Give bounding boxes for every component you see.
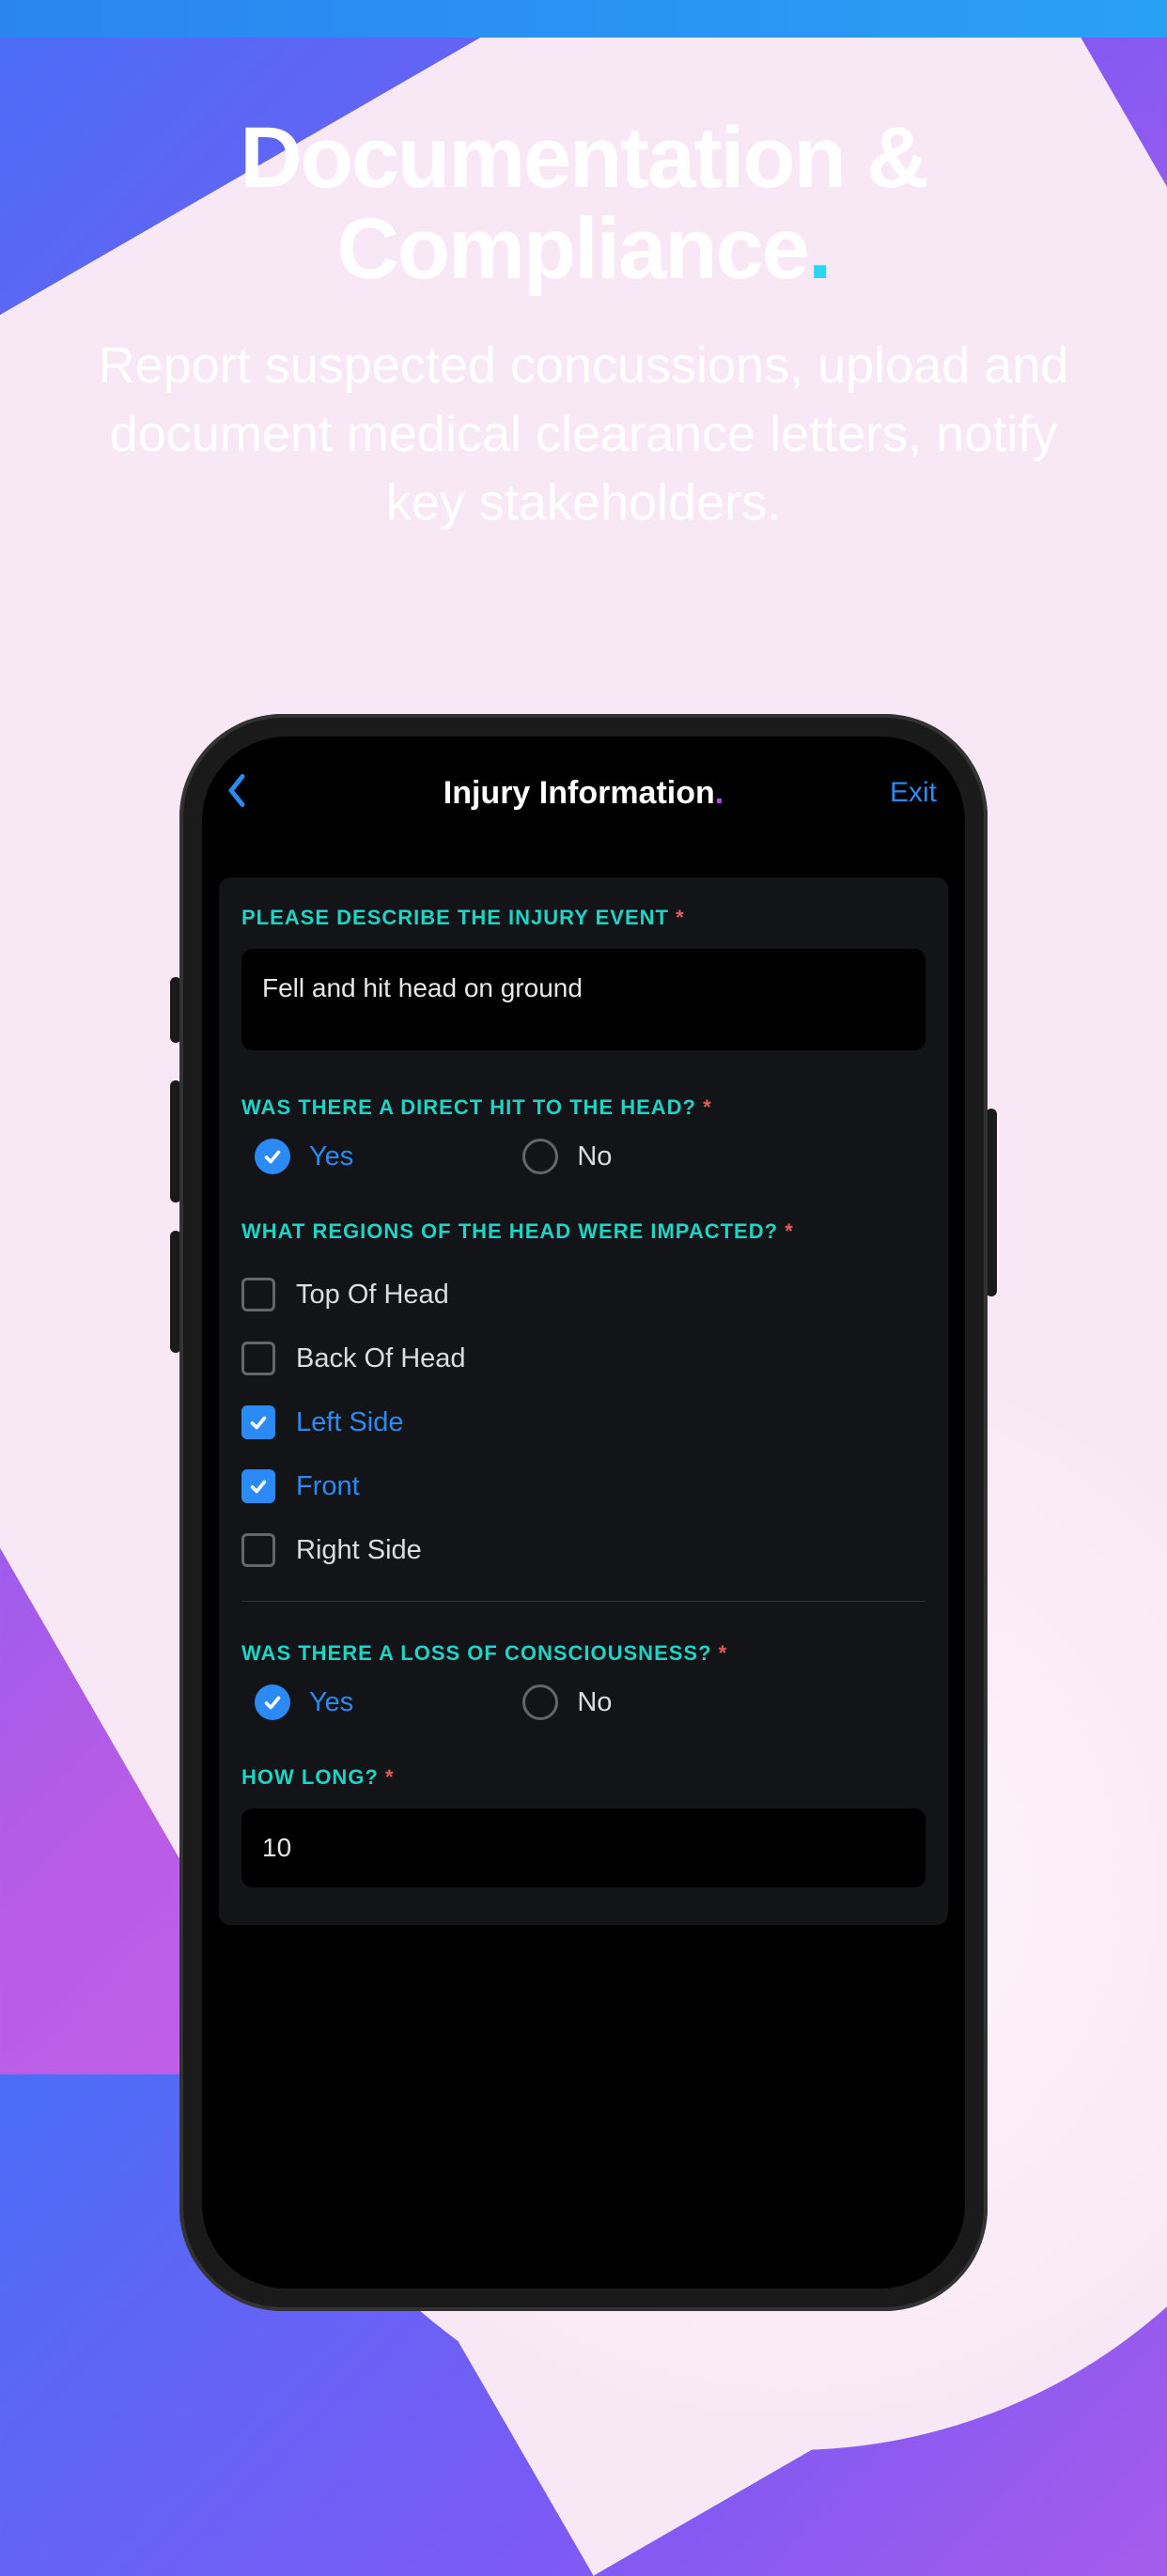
back-button[interactable] xyxy=(226,773,246,814)
hero-subtitle: Report suspected concussions, upload and… xyxy=(0,332,1167,537)
radio-label-no: No xyxy=(577,1687,612,1718)
title-dot: . xyxy=(715,775,724,811)
required-mark: * xyxy=(385,1765,395,1789)
radio-label-yes: Yes xyxy=(309,1141,353,1172)
hero-title-line1: Documentation & xyxy=(240,110,927,206)
checkbox-checked-icon xyxy=(241,1469,275,1503)
phone-screen: Injury Information. Exit PLEASE DESCRIBE… xyxy=(202,737,965,2289)
question-label-how-long: HOW LONG? * xyxy=(241,1765,926,1790)
question-label-describe: PLEASE DESCRIBE THE INJURY EVENT * xyxy=(241,906,926,930)
radio-yes[interactable]: Yes xyxy=(255,1684,353,1720)
radio-unchecked-icon xyxy=(522,1684,558,1720)
question-label-direct-hit: WAS THERE A DIRECT HIT TO THE HEAD? * xyxy=(241,1095,926,1120)
question-label-consciousness: WAS THERE A LOSS OF CONSCIOUSNESS? * xyxy=(241,1641,926,1666)
consciousness-radio-group: Yes No xyxy=(241,1684,926,1720)
radio-no[interactable]: No xyxy=(522,1684,612,1720)
exit-button[interactable]: Exit xyxy=(890,777,937,809)
radio-checked-icon xyxy=(255,1139,290,1174)
phone-frame: Injury Information. Exit PLEASE DESCRIBE… xyxy=(179,714,988,2311)
form-card: PLEASE DESCRIBE THE INJURY EVENT * Fell … xyxy=(219,877,948,1925)
checkbox-label: Top Of Head xyxy=(296,1280,449,1311)
direct-hit-radio-group: Yes No xyxy=(241,1139,926,1174)
hero-title: Documentation & Compliance. xyxy=(0,113,1167,294)
divider xyxy=(241,1601,926,1602)
radio-yes[interactable]: Yes xyxy=(255,1139,353,1174)
checkbox-checked-icon xyxy=(241,1405,275,1439)
checkbox-label: Front xyxy=(296,1471,360,1502)
chevron-left-icon xyxy=(226,773,246,809)
nav-bar: Injury Information. Exit xyxy=(202,737,965,849)
checkbox-front[interactable]: Front xyxy=(241,1454,926,1518)
checkbox-back-of-head[interactable]: Back Of Head xyxy=(241,1327,926,1390)
phone-mockup: Injury Information. Exit PLEASE DESCRIBE… xyxy=(179,714,988,2311)
hero-title-line2: Compliance xyxy=(336,201,807,297)
checkbox-label: Right Side xyxy=(296,1535,422,1566)
required-mark: * xyxy=(676,906,685,929)
required-mark: * xyxy=(719,1641,728,1665)
checkbox-top-of-head[interactable]: Top Of Head xyxy=(241,1263,926,1327)
checkbox-label: Left Side xyxy=(296,1407,403,1438)
question-label-regions: WHAT REGIONS OF THE HEAD WERE IMPACTED? … xyxy=(241,1219,926,1244)
checkbox-unchecked-icon xyxy=(241,1342,275,1375)
required-mark: * xyxy=(703,1095,712,1119)
hero-section: Documentation & Compliance. Report suspe… xyxy=(0,0,1167,537)
radio-checked-icon xyxy=(255,1684,290,1720)
regions-checkbox-group: Top Of Head Back Of Head Left Side xyxy=(241,1263,926,1582)
checkbox-left-side[interactable]: Left Side xyxy=(241,1390,926,1454)
required-mark: * xyxy=(785,1219,794,1243)
injury-description-input[interactable]: Fell and hit head on ground xyxy=(241,949,926,1050)
page-title: Injury Information. xyxy=(443,775,724,812)
radio-unchecked-icon xyxy=(522,1139,558,1174)
duration-input[interactable]: 10 xyxy=(241,1808,926,1887)
radio-no[interactable]: No xyxy=(522,1139,612,1174)
checkbox-label: Back Of Head xyxy=(296,1343,466,1374)
checkbox-right-side[interactable]: Right Side xyxy=(241,1518,926,1582)
checkbox-unchecked-icon xyxy=(241,1278,275,1311)
hero-title-dot: . xyxy=(808,201,831,297)
radio-label-yes: Yes xyxy=(309,1687,353,1718)
radio-label-no: No xyxy=(577,1141,612,1172)
checkbox-unchecked-icon xyxy=(241,1533,275,1567)
